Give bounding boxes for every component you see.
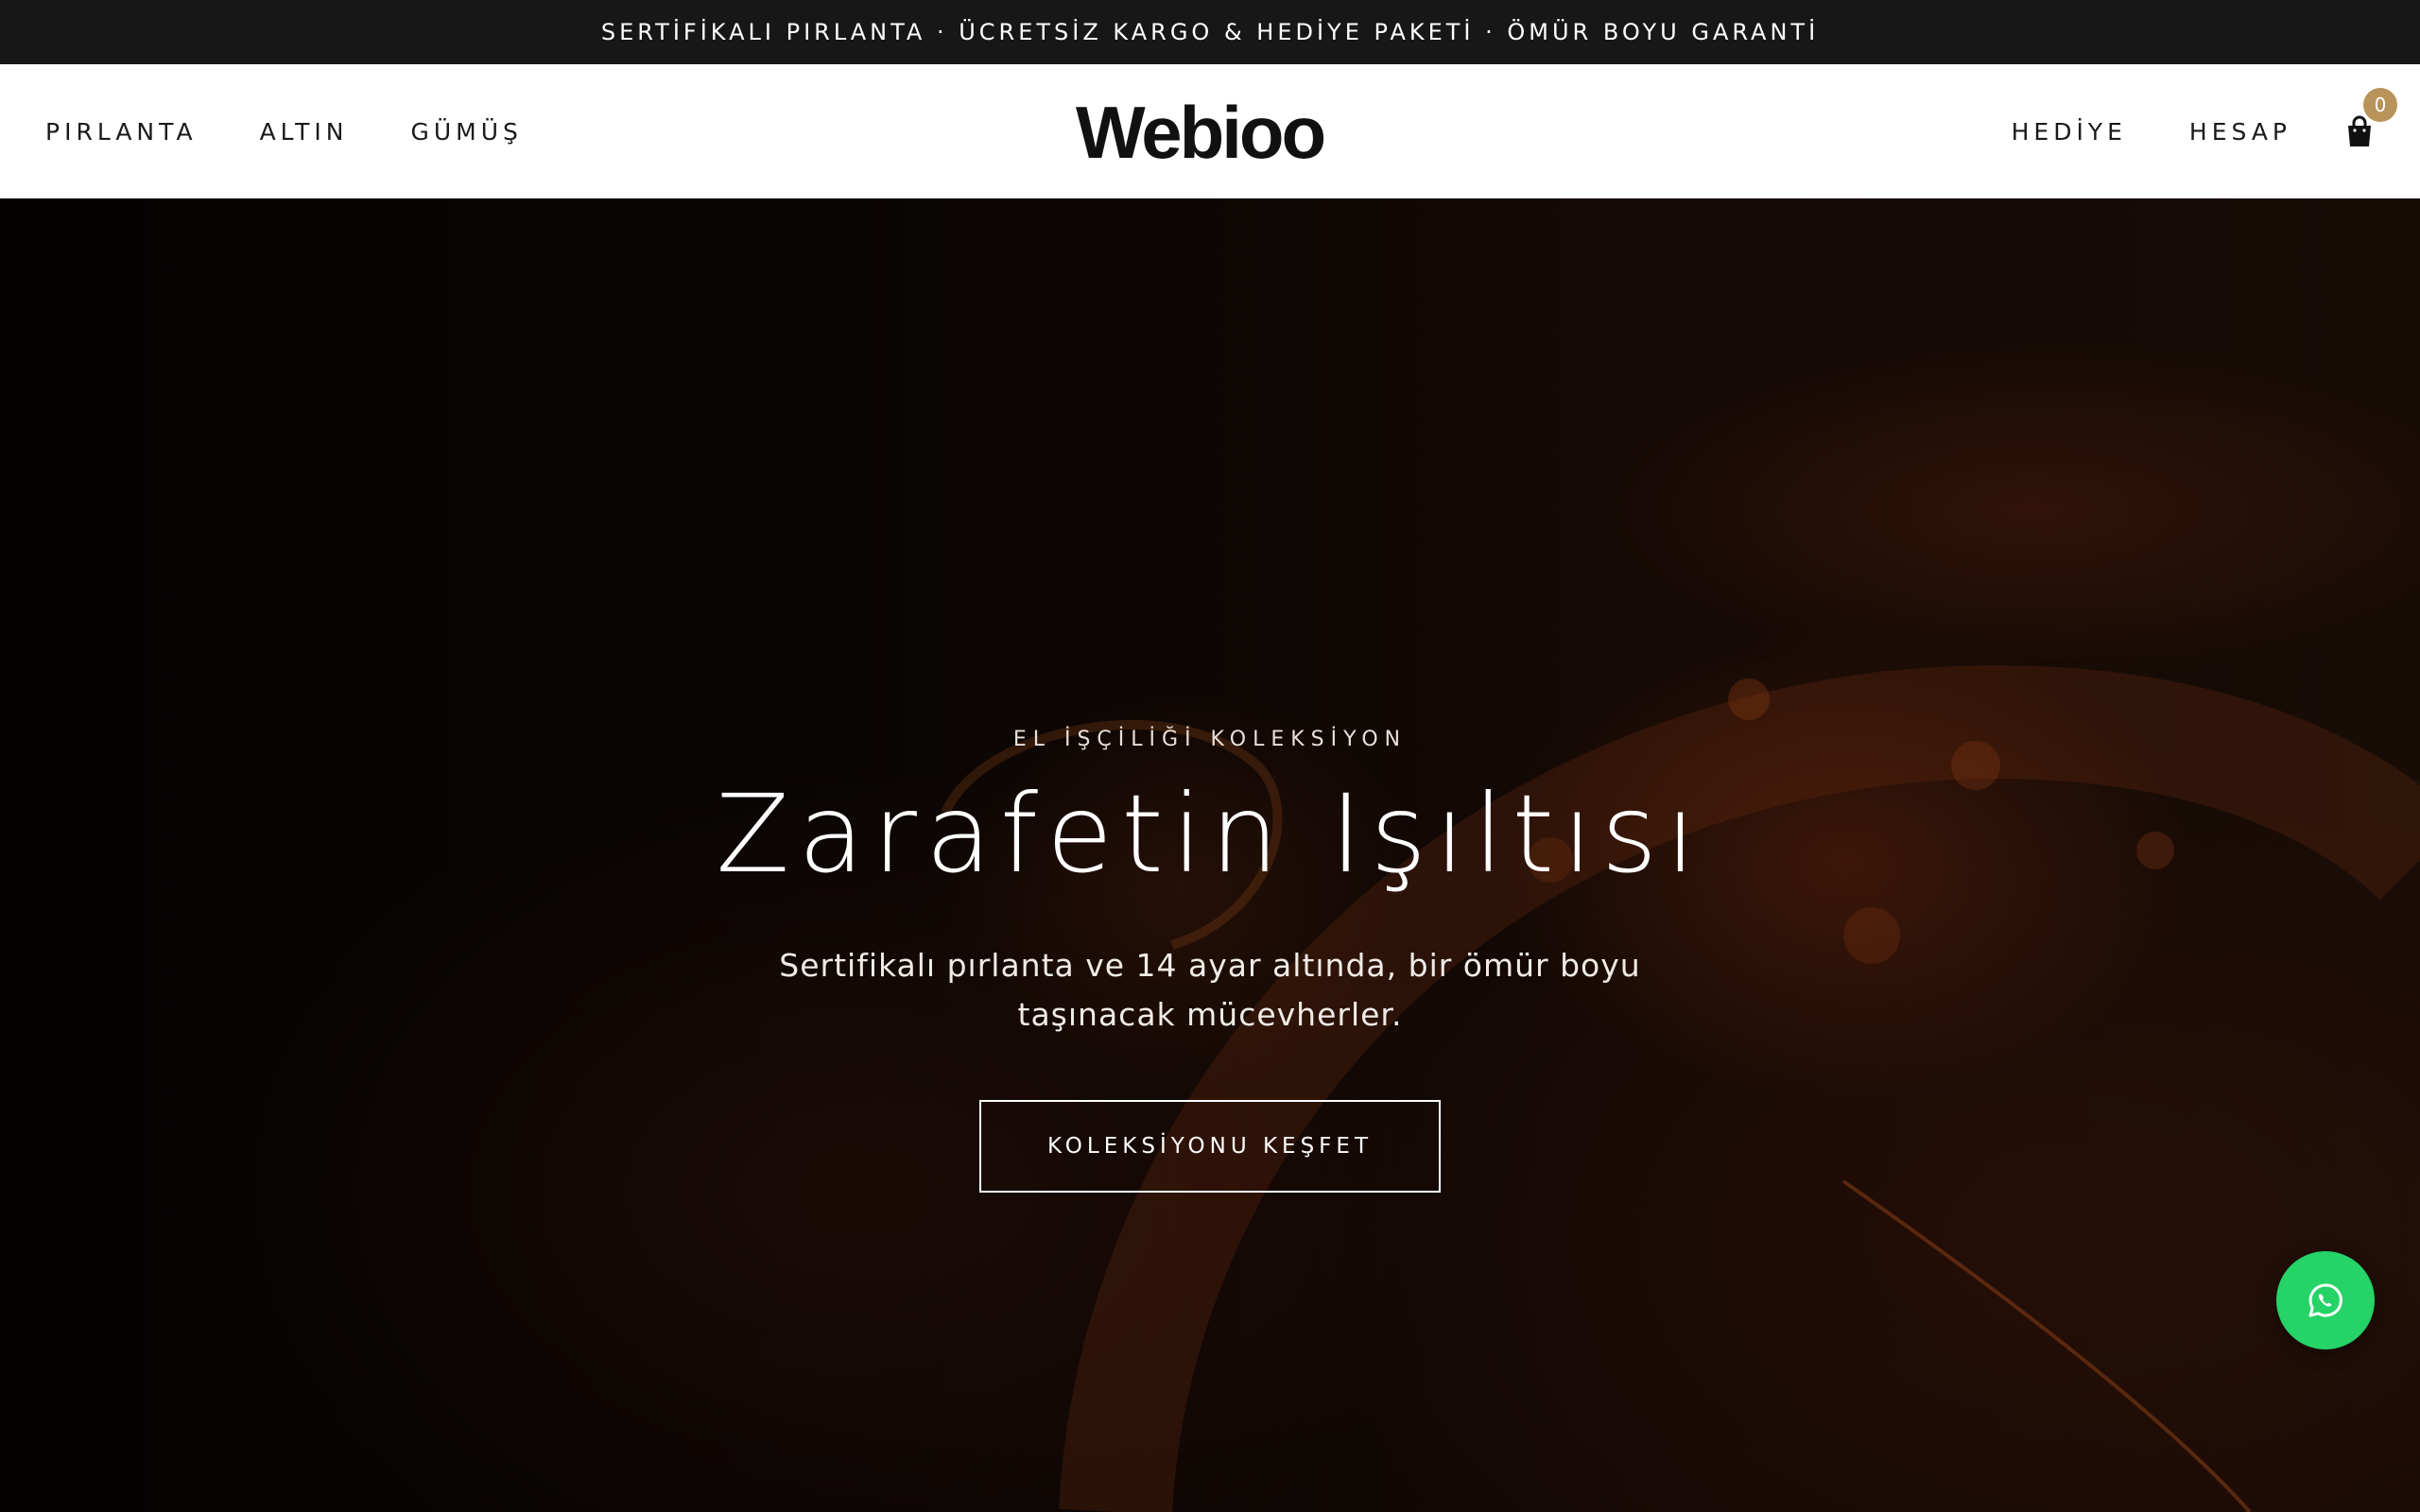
hero-subtitle: Sertifikalı pırlanta ve 14 ayar altında,… [779,947,1641,1033]
announcement-bar: SERTİFİKALI PIRLANTA · ÜCRETSİZ KARGO & … [0,0,2420,64]
explore-collection-button[interactable]: KOLEKSİYONU KEŞFET [979,1100,1441,1193]
whatsapp-chat-button[interactable] [2276,1251,2375,1349]
hero-banner: EL İŞÇİLİĞİ KOLEKSİYON Zarafetin Işıltıs… [0,198,2420,1512]
secondary-nav: HEDİYE HESAP 0 [1949,64,2397,198]
logo-wordmark: Webioo [1076,95,1327,171]
hero-title: Zarafetin Işıltısı [716,771,1704,897]
nav-link-hediye[interactable]: HEDİYE [2012,118,2127,146]
cart-button[interactable]: 0 [2341,88,2397,150]
whatsapp-icon [2308,1283,2342,1317]
nav-link-hesap[interactable]: HESAP [2189,118,2291,146]
hero-eyebrow: EL İŞÇİLİĞİ KOLEKSİYON [1012,728,1408,751]
nav-link-altin[interactable]: ALTIN [260,118,349,146]
cart-count-badge: 0 [2363,88,2397,122]
nav-link-pirlanta[interactable]: PIRLANTA [45,118,198,146]
hero-content: EL İŞÇİLİĞİ KOLEKSİYON Zarafetin Işıltıs… [0,198,2420,1512]
site-header: PIRLANTA ALTIN GÜMÜŞ Webioo HEDİYE HESAP… [0,64,2420,198]
announcement-text: SERTİFİKALI PIRLANTA · ÜCRETSİZ KARGO & … [600,19,1820,45]
logo-text: Webioo [1076,95,1324,171]
primary-nav: PIRLANTA ALTIN GÜMÜŞ [45,64,585,198]
nav-link-gumus[interactable]: GÜMÜŞ [411,118,523,146]
